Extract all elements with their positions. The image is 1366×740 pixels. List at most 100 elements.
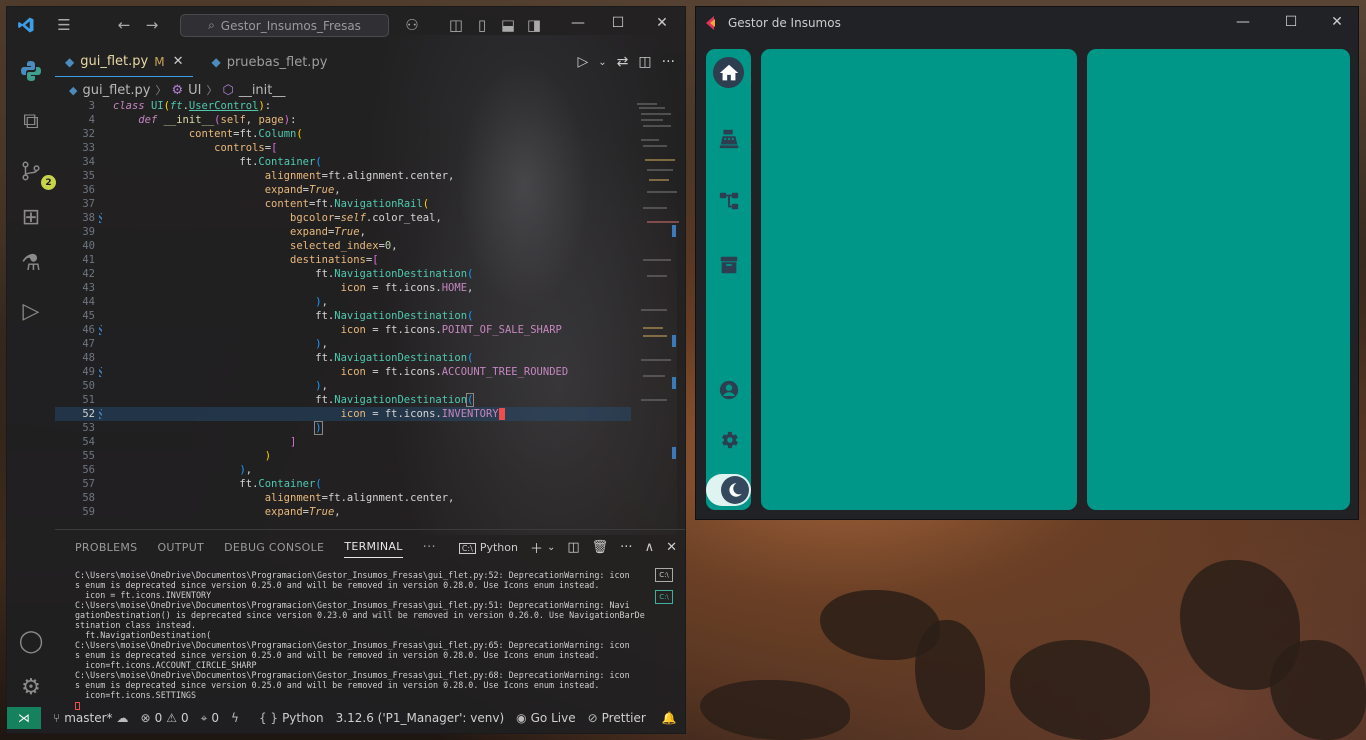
close-button[interactable]: ✕ <box>1322 14 1352 30</box>
status-bar: ⋊ ⑂ master* ☁ ⊗ 0 ⚠ 0 ⌖ 0 ϟ { } Python 3.12.6 (… <box>7 707 685 729</box>
close-panel-icon[interactable]: ✕ <box>666 540 677 555</box>
code-editor[interactable]: 3 class UI(ft.UserControl): 4 def __init_… <box>55 99 631 525</box>
maximize-button[interactable]: ☐ <box>1276 14 1306 30</box>
wallpaper-rock <box>915 620 985 730</box>
breadcrumb-class[interactable]: UI <box>188 83 201 98</box>
tab-output[interactable]: OUTPUT <box>157 541 204 554</box>
terminal-icon: C:\ <box>458 542 476 554</box>
minimize-button[interactable]: — <box>1228 14 1258 30</box>
split-terminal-icon[interactable]: ◫ <box>567 540 579 555</box>
problems-count[interactable]: ⊗ 0 ⚠ 0 <box>141 711 189 725</box>
prettier-status[interactable]: ⊘ Prettier <box>588 711 646 725</box>
notifications-bell-icon[interactable]: 🔔 <box>662 711 677 725</box>
new-terminal-icon[interactable]: ＋ <box>530 538 543 557</box>
toggle-sidebar-icon[interactable]: ▯ <box>469 16 495 34</box>
minimize-button[interactable]: — <box>563 15 593 31</box>
broadcast-icon: ⌖ <box>200 710 208 725</box>
manage-gear-icon[interactable]: ⚙ <box>15 671 47 703</box>
tab-pruebas-flet[interactable]: ◆ pruebas_flet.py <box>201 47 337 77</box>
terminal-line: icon=ft.icons.SETTINGS <box>75 690 197 700</box>
accounts-icon[interactable]: ◯ <box>15 625 47 657</box>
tab-problems[interactable]: PROBLEMS <box>75 541 137 554</box>
tab-label: pruebas_flet.py <box>226 54 328 70</box>
tab-terminal[interactable]: TERMINAL <box>344 540 403 558</box>
terminal-line: icon = ft.icons.INVENTORY <box>75 590 212 600</box>
panel-tabs: PROBLEMS OUTPUT DEBUG CONSOLE TERMINAL ·… <box>55 530 685 564</box>
code-line: 47 ), <box>82 338 328 350</box>
inventory-icon[interactable] <box>713 249 744 280</box>
error-icon: ⊗ <box>140 711 151 725</box>
class-symbol-icon: ⚙ <box>171 82 184 98</box>
run-python-icon[interactable]: ▷ <box>578 54 589 70</box>
terminal-line: s enum is deprecated since version 0.25.… <box>75 650 600 660</box>
more-actions-icon[interactable]: ··· <box>620 540 632 555</box>
code-line: 38 bgcolor=self.color_teal, <box>82 212 442 224</box>
content-panel-right <box>1087 49 1350 510</box>
back-arrow-icon[interactable]: ← <box>111 16 137 34</box>
remote-indicator-icon[interactable]: ⋊ <box>7 707 41 729</box>
source-control-badge: 2 <box>41 175 56 190</box>
toggle-secondary-sidebar-icon[interactable]: ◨ <box>521 16 547 34</box>
home-icon[interactable] <box>713 57 744 88</box>
code-line: 49 icon = ft.icons.ACCOUNT_TREE_ROUNDED <box>82 366 569 378</box>
language-mode[interactable]: { } Python <box>259 711 324 725</box>
close-button[interactable]: ✕ <box>647 15 677 31</box>
git-branch[interactable]: ⑂ master* ☁ <box>53 711 129 725</box>
tab-debug-console[interactable]: DEBUG CONSOLE <box>224 541 324 554</box>
breadcrumb-file[interactable]: gui_flet.py <box>82 83 150 98</box>
split-editor-icon[interactable]: ◫ <box>638 54 651 70</box>
code-line: 45 ft.NavigationDestination( <box>82 310 474 322</box>
terminal-instance-icon[interactable]: C:\ <box>655 568 673 582</box>
account-tree-icon[interactable] <box>713 185 744 216</box>
forward-arrow-icon[interactable]: → <box>139 16 165 34</box>
code-line: 3 class UI(ft.UserControl): <box>88 100 272 112</box>
python-interpreter[interactable]: 3.12.6 ('P1_Manager': venv) <box>336 711 504 725</box>
terminal-dropdown-icon[interactable]: ⌄ <box>547 542 555 553</box>
code-line: 56 ), <box>82 464 253 476</box>
lightning-icon[interactable]: ϟ <box>231 711 239 725</box>
run-dropdown-icon[interactable]: ⌄ <box>598 57 606 68</box>
settings-icon[interactable] <box>713 424 744 455</box>
editor-scrollbar[interactable] <box>672 107 678 477</box>
maximize-panel-icon[interactable]: ∧ <box>645 540 655 555</box>
code-line: 46 icon = ft.icons.POINT_OF_SALE_SHARP <box>82 324 562 336</box>
layout-customize-icon[interactable]: ◫ <box>443 16 469 34</box>
sync-cloud-icon: ☁ <box>116 711 129 725</box>
search-icon: ⌕ <box>208 18 215 32</box>
dark-mode-moon-icon <box>721 476 749 504</box>
tab-gui-flet[interactable]: ◆ gui_flet.py M ✕ <box>55 47 194 77</box>
terminal-profile[interactable]: C:\ Python <box>458 541 518 554</box>
python-file-icon: ◆ <box>211 55 221 69</box>
copilot-icon[interactable]: ⚇ <box>399 16 425 34</box>
extensions-icon[interactable]: ⊞ <box>15 201 47 233</box>
go-live-button[interactable]: ◉ Go Live <box>516 711 575 725</box>
terminal-line: C:\Users\moise\OneDrive\Documentos\Progr… <box>75 670 630 680</box>
theme-toggle-switch[interactable] <box>706 474 751 506</box>
more-views-icon[interactable]: ··· <box>423 540 436 555</box>
point-of-sale-icon[interactable] <box>713 123 744 154</box>
chevron-right-icon: 〉 <box>206 84 218 97</box>
testing-flask-icon[interactable]: ⚗ <box>15 247 47 279</box>
source-control-icon[interactable]: 2 <box>15 155 56 190</box>
menu-icon[interactable]: ☰ <box>51 16 77 34</box>
terminal-list: C:\ C:\ <box>655 568 677 612</box>
explorer-icon[interactable]: ⧉ <box>15 105 47 137</box>
terminal-output[interactable]: C:\Users\moise\OneDrive\Documentos\Progr… <box>75 570 645 700</box>
editor-tabs: ◆ gui_flet.py M ✕ ◆ pruebas_flet.py ▷ ⌄ … <box>55 47 685 77</box>
code-line: 50 ), <box>82 380 328 392</box>
breadcrumb-method[interactable]: __init__ <box>239 83 286 98</box>
more-actions-icon[interactable]: ··· <box>662 54 675 70</box>
terminal-line: gationDestination() is deprecated since … <box>75 610 645 620</box>
code-line: 57 ft.Container( <box>82 478 322 490</box>
terminal-instance-icon[interactable]: C:\ <box>655 590 673 604</box>
kill-terminal-icon[interactable]: 🗑 <box>592 540 609 555</box>
toggle-panel-icon[interactable]: ⬓ <box>495 16 521 34</box>
close-tab-icon[interactable]: ✕ <box>173 54 184 69</box>
python-extension-icon[interactable] <box>15 55 47 87</box>
maximize-button[interactable]: ☐ <box>603 15 633 31</box>
command-center-search[interactable]: ⌕ Gestor_Insumos_Fresas <box>180 14 389 37</box>
account-circle-icon[interactable] <box>713 374 744 405</box>
run-debug-icon[interactable]: ▷ <box>15 295 47 327</box>
ports-forwarded[interactable]: ⌖ 0 <box>201 711 219 726</box>
open-changes-icon[interactable]: ⇄ <box>617 54 629 70</box>
